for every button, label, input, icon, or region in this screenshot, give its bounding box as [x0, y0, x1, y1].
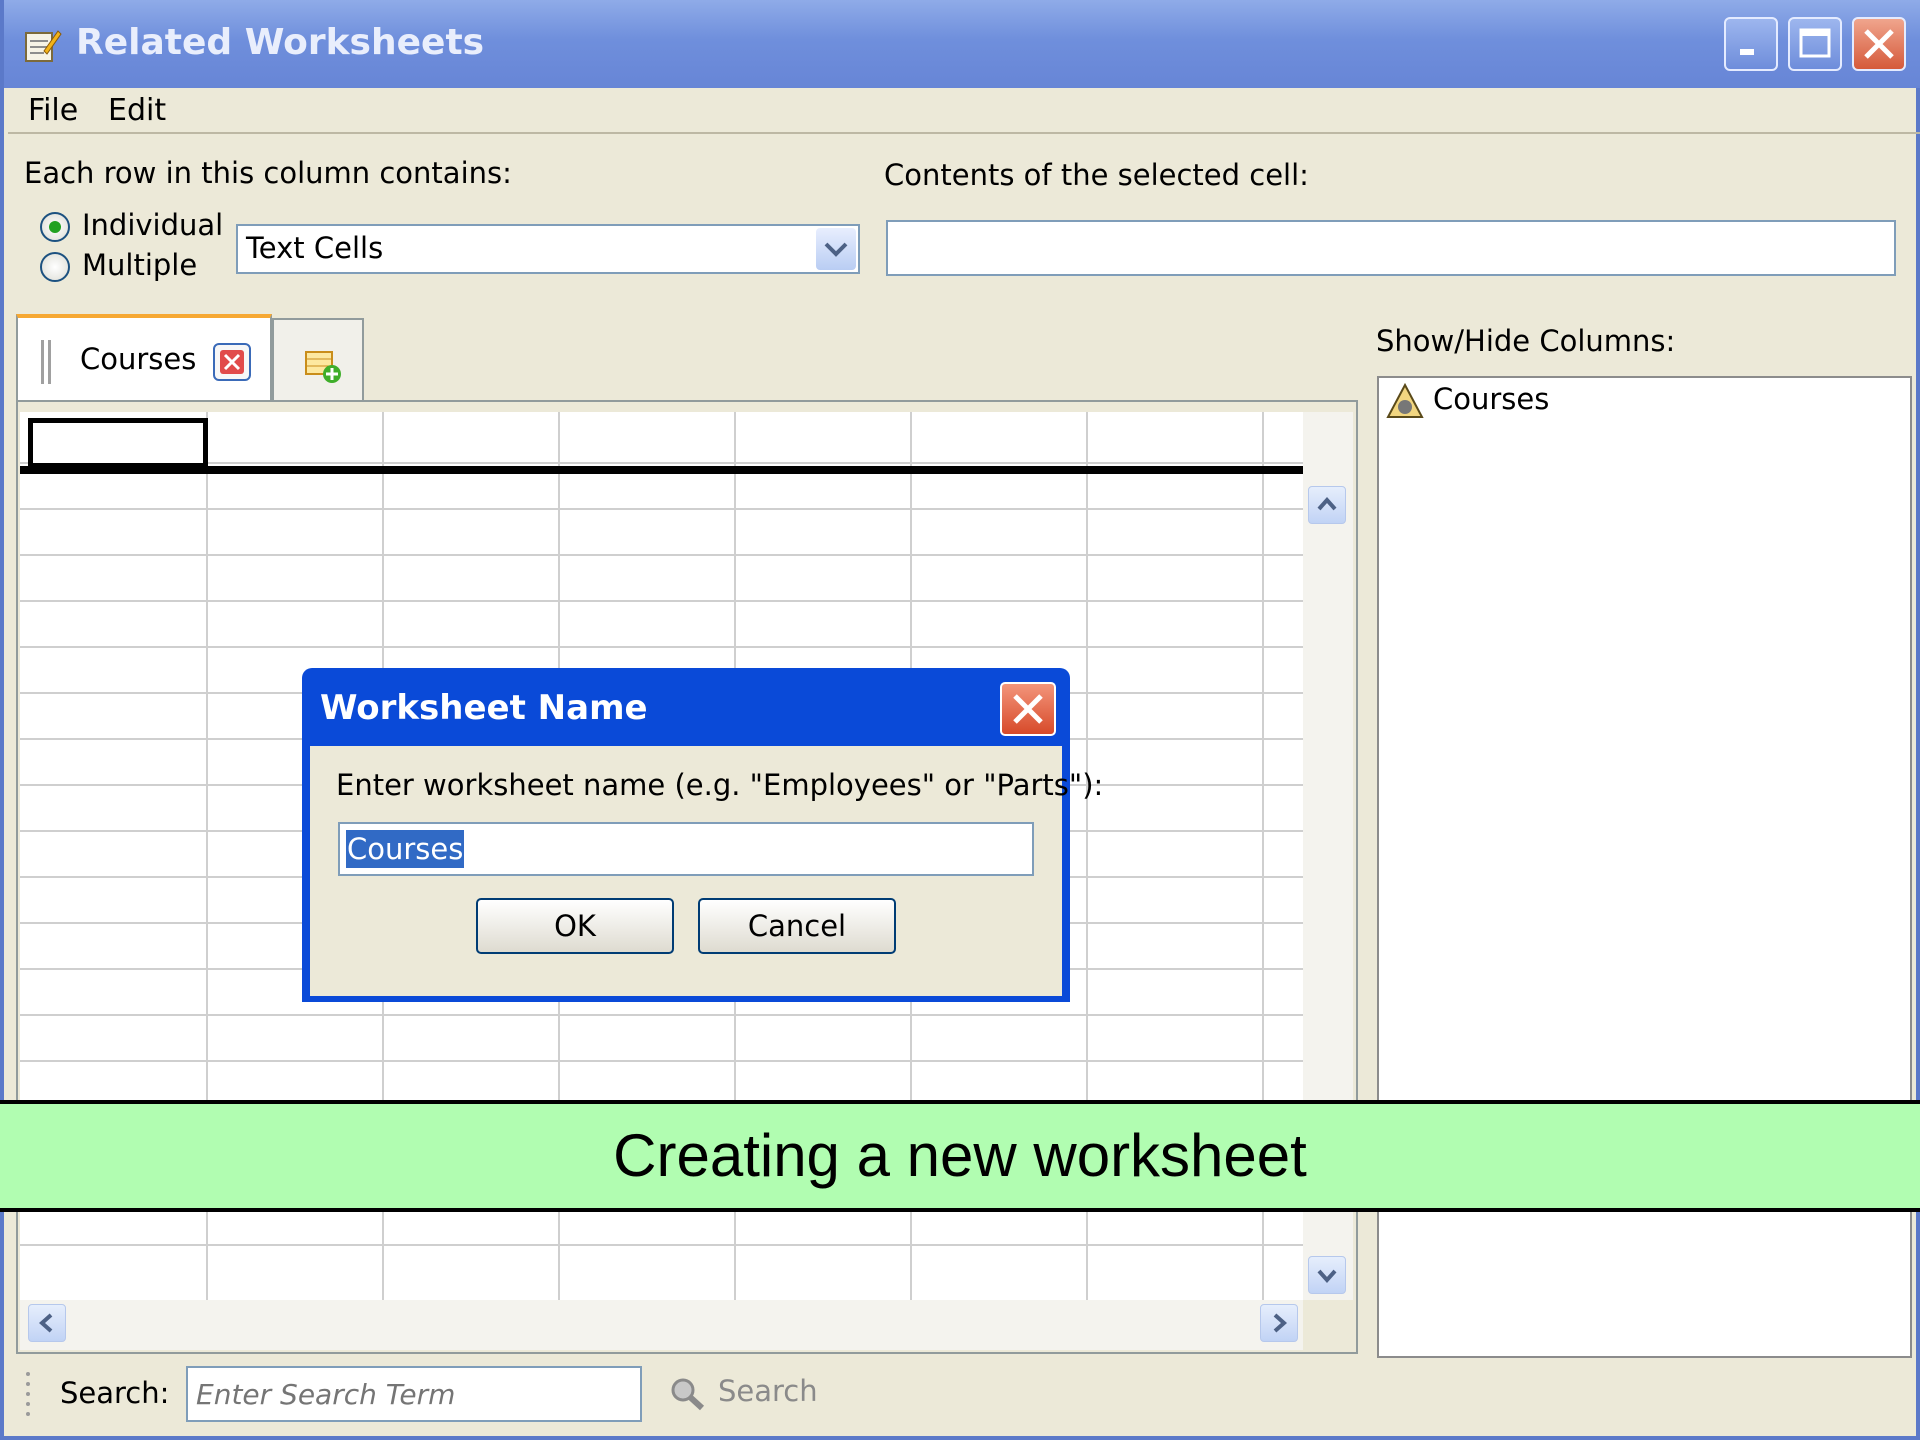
dropdown-arrow-icon	[824, 242, 848, 257]
worksheet-name-dialog: Worksheet Name Enter worksheet name (e.g…	[302, 668, 1103, 1002]
search-label: Search:	[60, 1376, 170, 1410]
scroll-right-button[interactable]	[1260, 1304, 1298, 1342]
search-input[interactable]	[186, 1366, 642, 1422]
scroll-right-icon	[1273, 1313, 1288, 1333]
close-icon	[1864, 29, 1894, 59]
scroll-left-icon	[38, 1313, 53, 1333]
minimize-icon	[1740, 49, 1754, 55]
radio-individual[interactable]	[40, 212, 70, 242]
dialog-prompt: Enter worksheet name (e.g. "Employees" o…	[336, 768, 1104, 802]
menu-edit[interactable]: Edit	[108, 88, 166, 134]
scroll-up-button[interactable]	[1308, 486, 1346, 524]
dropdown-button[interactable]	[816, 228, 856, 270]
dialog-title: Worksheet Name	[320, 688, 648, 728]
scroll-down-icon	[1317, 1269, 1337, 1284]
cell-contents-field[interactable]	[886, 220, 1896, 276]
selected-cell[interactable]	[28, 418, 208, 468]
close-button[interactable]	[1852, 17, 1906, 71]
cell-type-dropdown[interactable]: Text Cells	[236, 224, 860, 274]
tab-grip-icon	[41, 340, 51, 384]
maximize-icon	[1799, 28, 1831, 58]
menu-bar: File Edit	[8, 88, 1920, 134]
worksheet-name-input[interactable]: Courses	[338, 822, 1034, 876]
scroll-left-button[interactable]	[28, 1304, 66, 1342]
list-item-label: Courses	[1433, 382, 1550, 416]
app-icon	[25, 30, 62, 62]
search-button-label: Search	[718, 1374, 818, 1408]
tab-close-icon[interactable]	[212, 342, 252, 382]
title-bar[interactable]: Related Worksheets	[4, 0, 1920, 88]
menu-file[interactable]: File	[28, 88, 78, 134]
show-hide-columns-label: Show/Hide Columns:	[1376, 324, 1676, 358]
toolbar-grip-icon	[26, 1372, 30, 1416]
search-button[interactable]: Search	[664, 1366, 824, 1422]
add-worksheet-tab[interactable]	[272, 318, 364, 402]
radio-multiple-label[interactable]: Multiple	[82, 248, 197, 282]
radio-individual-label[interactable]: Individual	[82, 208, 223, 242]
tab-courses-label: Courses	[80, 342, 197, 376]
column-icon	[1386, 382, 1424, 418]
radio-multiple[interactable]	[40, 252, 70, 282]
contents-label: Contents of the selected cell:	[884, 158, 1309, 192]
worksheet-name-value: Courses	[346, 830, 465, 868]
window-title: Related Worksheets	[76, 22, 485, 63]
minimize-button[interactable]	[1724, 17, 1778, 71]
search-bar: Search: Search	[8, 1356, 1920, 1436]
scroll-down-button[interactable]	[1308, 1256, 1346, 1294]
cell-type-value: Text Cells	[246, 231, 384, 265]
caption-banner: Creating a new worksheet	[0, 1100, 1920, 1212]
scroll-up-icon	[1317, 496, 1337, 511]
header-separator	[20, 466, 1303, 474]
maximize-button[interactable]	[1788, 17, 1842, 71]
cancel-button[interactable]: Cancel	[698, 898, 896, 954]
add-worksheet-icon	[305, 351, 341, 383]
dialog-close-button[interactable]	[1000, 682, 1056, 736]
horizontal-scrollbar[interactable]	[20, 1300, 1303, 1350]
ok-button[interactable]: OK	[476, 898, 674, 954]
close-icon	[1013, 694, 1043, 724]
list-item[interactable]: Courses	[1379, 378, 1910, 426]
row-contains-label: Each row in this column contains:	[24, 156, 512, 190]
magnifier-icon	[671, 1378, 705, 1411]
tab-courses[interactable]: Courses	[16, 314, 272, 404]
dialog-body: Enter worksheet name (e.g. "Employees" o…	[310, 746, 1103, 996]
